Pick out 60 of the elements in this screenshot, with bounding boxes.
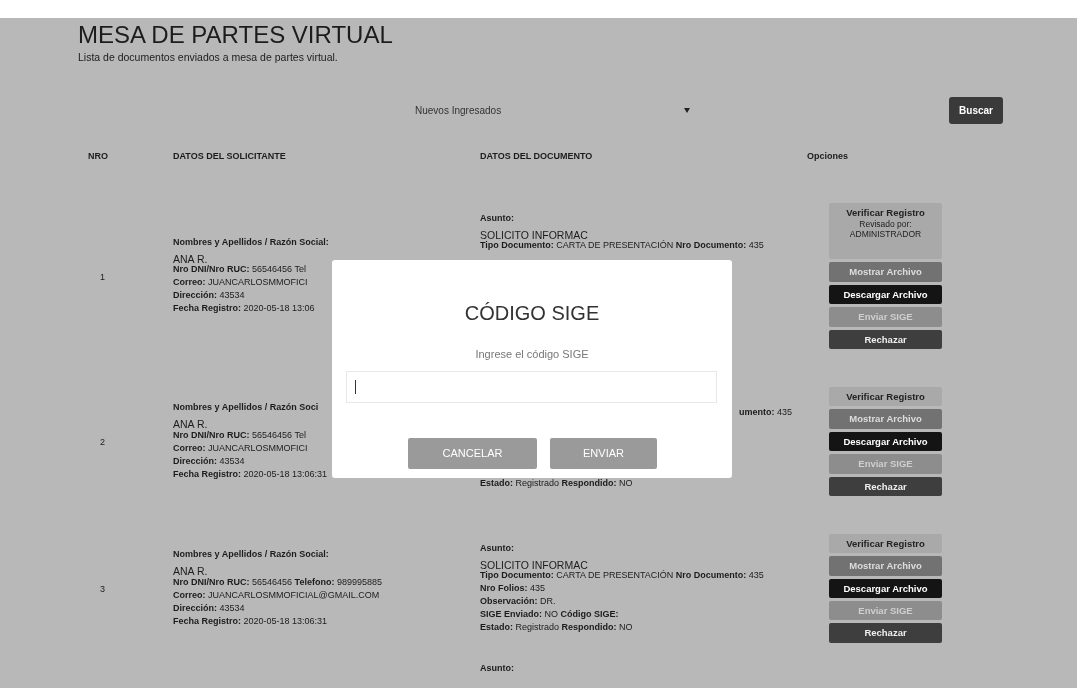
code-input[interactable] (346, 370, 717, 403)
download-button[interactable]: Descargar Archivo (829, 431, 942, 452)
text-cursor (355, 379, 356, 394)
field-value: ANA R. (173, 253, 208, 265)
status-select[interactable]: Nuevos Ingresados (415, 102, 690, 118)
field-text: Dirección: 43534 (173, 603, 245, 614)
field-text: Correo: JUANCARLOSMMOFICI (173, 278, 308, 288)
field-text: Correo: JUANCARLOSMMOFICI (173, 443, 308, 454)
field-value: SOLICITO INFORMAC (480, 559, 588, 571)
caret-icon (684, 107, 690, 113)
row-number: 2 (100, 437, 105, 448)
column-header: DATOS DEL DOCUMENTO (480, 151, 593, 162)
select-value: Nuevos Ingresados (415, 103, 502, 118)
field-label: Asunto: (480, 543, 514, 554)
verify-button[interactable]: Verificar Registro Revisado por: ADMINISTRADOR (829, 202, 942, 260)
field-text: SIGE Enviado: NO Código SIGE: (480, 610, 619, 620)
field-text: Fecha Registro: 2020-05-18 13:06:31 (173, 616, 328, 627)
show-file-button[interactable]: Mostrar Archivo (829, 556, 942, 576)
page-title: MESA DE PARTES VIRTUAL (78, 20, 394, 49)
column-header: Opciones (807, 151, 848, 162)
page-subtitle: Lista de documentos enviados a mesa de partes virtual. (78, 50, 339, 66)
show-file-button[interactable]: Mostrar Archivo (829, 262, 942, 282)
column-header: DATOS DEL SOLICITANTE (173, 151, 286, 162)
field-text: Dirección: 43534 (173, 456, 245, 467)
field-value: SOLICITO INFORMAC (480, 229, 588, 241)
field-text: Dirección: 43534 (173, 291, 245, 301)
field-text: Estado: Registrado Respondido: NO (480, 622, 633, 633)
field-text: Fecha Registro: 2020-05-18 13:06:31 (173, 469, 328, 480)
field-label: Nombres y Apellidos / Razón Soci (173, 403, 319, 414)
verify-button[interactable]: Verificar Registro (829, 533, 942, 554)
field-text: Nro DNI/Nro RUC: 56546456 Tel (173, 430, 306, 441)
download-button[interactable]: Descargar Archivo (829, 284, 942, 305)
field-label: Nombres y Apellidos / Razón Social: (173, 237, 329, 248)
download-button[interactable]: Descargar Archivo (829, 578, 942, 599)
modal-title: CÓDIGO SIGE (463, 301, 601, 326)
search-button[interactable]: Buscar (949, 96, 1003, 124)
field-text: Nro Folios: 435 (480, 584, 546, 595)
field-text: umento: 435 (738, 407, 792, 418)
row-number: 3 (100, 584, 105, 595)
field-value: ANA R. (173, 566, 208, 578)
field-text: Nro DNI/Nro RUC: 56546456 Tel (173, 265, 306, 276)
field-text: Correo: JUANCARLOSMMOFICIAL@GMAIL.COM (173, 590, 380, 601)
reject-button[interactable]: Rechazar (829, 476, 942, 496)
field-text: Fecha Registro: 2020-05-18 13:06 (173, 303, 315, 314)
field-text: Tipo Documento: CARTA DE PRESENTACIÓN Nro Documento: 435 (480, 571, 764, 582)
field-label: Asunto: (480, 213, 514, 224)
field-value: ANA R. (173, 419, 208, 431)
row-number: 1 (100, 271, 105, 282)
field-label: Ingrese el código SIGE (474, 347, 590, 362)
verify-button[interactable]: Verificar Registro (829, 386, 942, 407)
field-text: Estado: Registrado Respondido: NO (480, 479, 633, 490)
column-header: NRO (88, 151, 108, 162)
reject-button[interactable]: Rechazar (829, 623, 942, 643)
field-label: Nombres y Apellidos / Razón Social: (173, 550, 329, 561)
reject-button[interactable]: Rechazar (829, 329, 942, 349)
field-label: Asunto: (480, 664, 514, 675)
field-text: Tipo Documento: CARTA DE PRESENTACIÓN Nro Documento: 435 (480, 241, 764, 251)
field-text: Observación: DR. (480, 597, 556, 608)
show-file-button[interactable]: Mostrar Archivo (829, 409, 942, 429)
field-text: Nro DNI/Nro RUC: 56546456 Telefono: 989995885 (173, 577, 382, 588)
